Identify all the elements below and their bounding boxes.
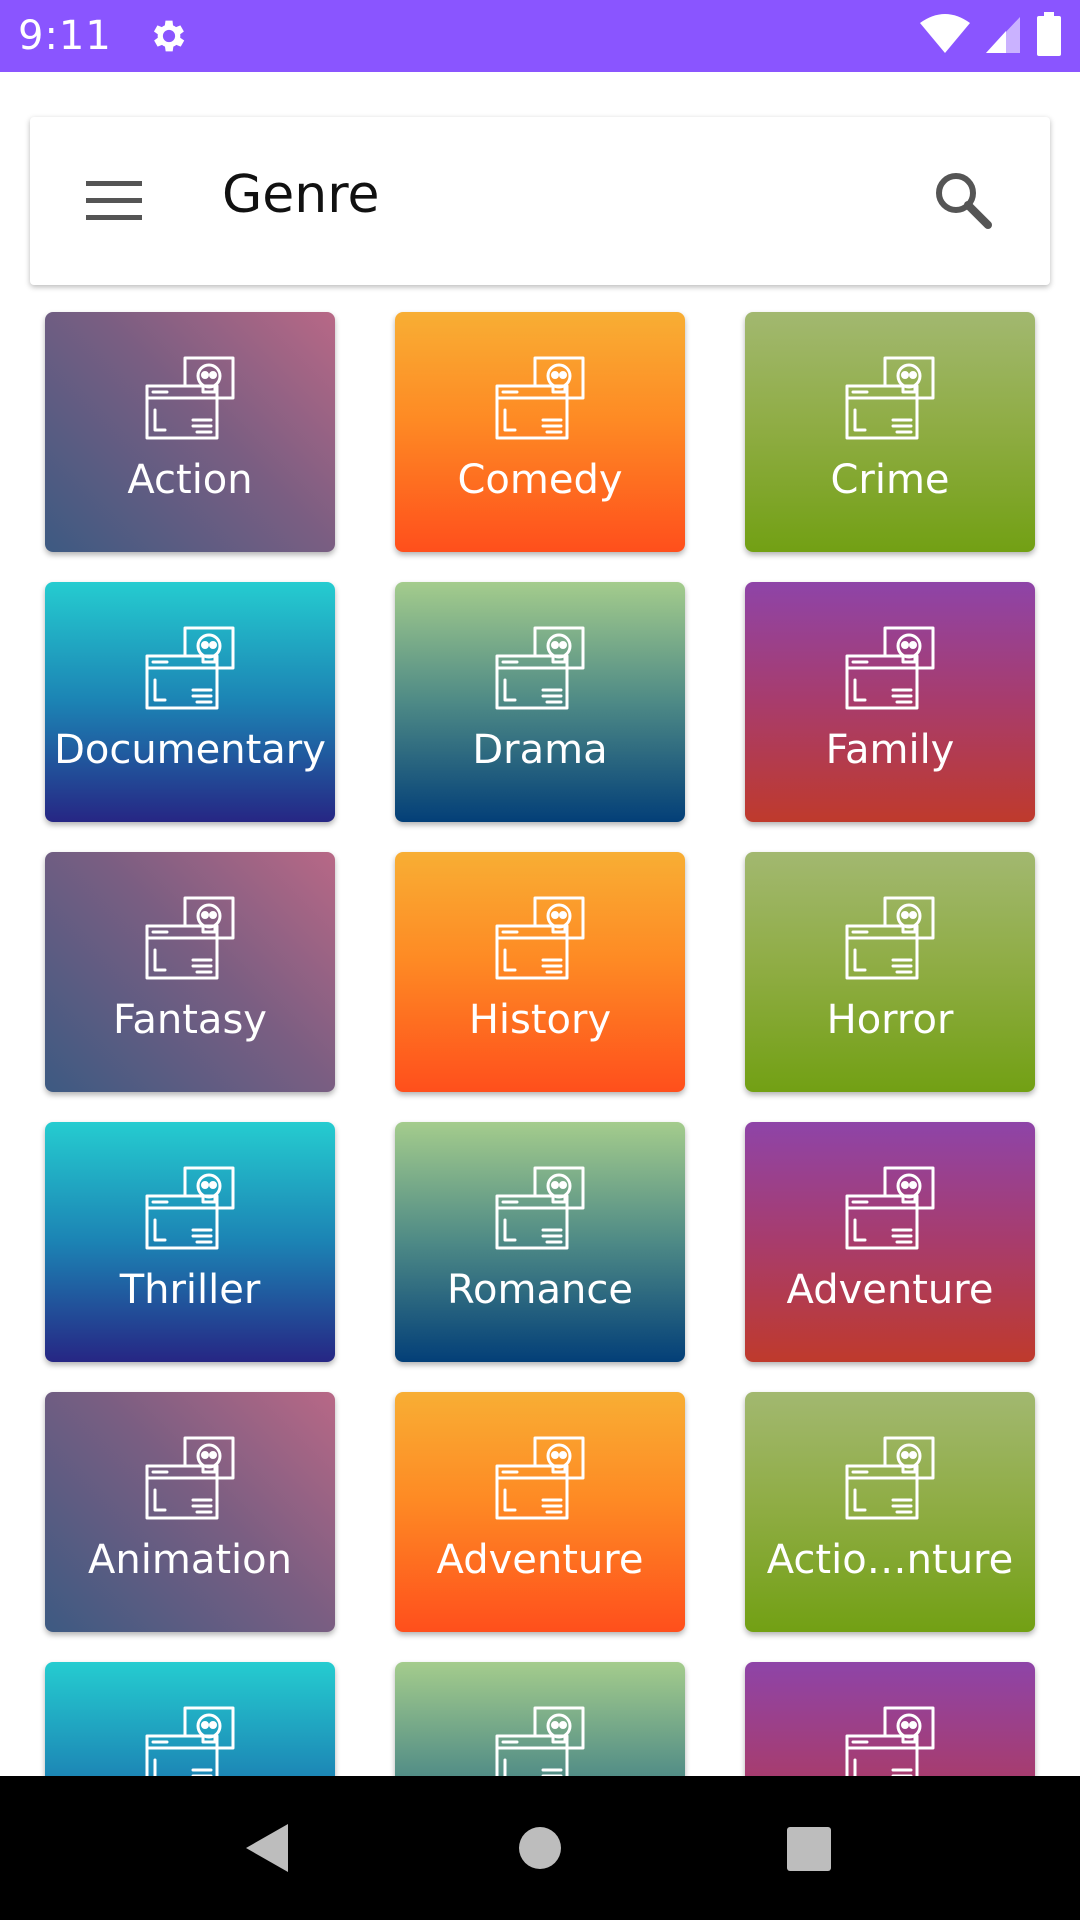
genre-tile[interactable]: Adventure (745, 1122, 1035, 1362)
genre-grid-viewport[interactable]: Action Comedy Crime Documentary Drama Family F… (0, 300, 1080, 1776)
genre-label: Actio…nture (766, 1537, 1014, 1583)
genre-folder-skull-icon (145, 1432, 235, 1522)
genre-tile[interactable] (745, 1662, 1035, 1776)
search-icon[interactable] (928, 165, 1000, 237)
genre-folder-skull-icon (845, 352, 935, 442)
genre-folder-skull-icon (145, 1702, 235, 1776)
genre-tile[interactable]: Drama (395, 582, 685, 822)
genre-folder-skull-icon (495, 622, 585, 712)
settings-gear-icon (153, 20, 185, 52)
genre-folder-skull-icon (845, 892, 935, 982)
genre-folder-skull-icon (495, 1162, 585, 1252)
genre-label: Comedy (457, 457, 623, 503)
page-title: Genre (222, 165, 380, 225)
genre-label: Thriller (119, 1267, 261, 1313)
genre-label: Fantasy (113, 997, 267, 1043)
genre-tile[interactable]: Fantasy (45, 852, 335, 1092)
genre-label: Animation (88, 1537, 292, 1583)
navigation-bar (0, 1776, 1080, 1920)
genre-label: Action (127, 457, 253, 503)
genre-tile[interactable]: Romance (395, 1122, 685, 1362)
back-icon[interactable] (244, 1822, 290, 1874)
menu-icon[interactable] (86, 177, 142, 225)
genre-folder-skull-icon (145, 352, 235, 442)
app-bar: Genre (30, 117, 1050, 285)
genre-tile[interactable] (45, 1662, 335, 1776)
genre-grid: Action Comedy Crime Documentary Drama Family F… (45, 312, 1035, 1776)
genre-label: Crime (830, 457, 950, 503)
genre-tile[interactable] (395, 1662, 685, 1776)
genre-tile[interactable]: Animation (45, 1392, 335, 1632)
genre-folder-skull-icon (145, 892, 235, 982)
genre-tile[interactable]: Adventure (395, 1392, 685, 1632)
genre-folder-skull-icon (495, 352, 585, 442)
genre-tile[interactable]: Comedy (395, 312, 685, 552)
recent-apps-icon[interactable] (786, 1826, 832, 1872)
genre-folder-skull-icon (845, 1432, 935, 1522)
genre-folder-skull-icon (145, 1162, 235, 1252)
genre-tile[interactable]: Thriller (45, 1122, 335, 1362)
genre-tile[interactable]: Action (45, 312, 335, 552)
status-indicators (920, 12, 1062, 56)
genre-tile[interactable]: Documentary (45, 582, 335, 822)
genre-label: Family (825, 727, 955, 773)
genre-label: History (468, 997, 612, 1043)
genre-folder-skull-icon (495, 1432, 585, 1522)
genre-folder-skull-icon (495, 892, 585, 982)
genre-folder-skull-icon (495, 1702, 585, 1776)
status-time: 9:11 (18, 13, 112, 59)
genre-label: Documentary (54, 727, 326, 773)
genre-tile[interactable]: Actio…nture (745, 1392, 1035, 1632)
genre-label: Adventure (436, 1537, 644, 1583)
genre-label: Horror (826, 997, 954, 1043)
genre-tile[interactable]: Horror (745, 852, 1035, 1092)
status-bar: 9:11 (0, 0, 1080, 72)
genre-label: Romance (447, 1267, 633, 1313)
battery-icon (1037, 12, 1061, 56)
genre-label: Adventure (786, 1267, 994, 1313)
home-icon[interactable] (518, 1826, 562, 1870)
genre-tile[interactable]: Crime (745, 312, 1035, 552)
genre-tile[interactable]: History (395, 852, 685, 1092)
genre-label: Drama (472, 727, 608, 773)
genre-tile[interactable]: Family (745, 582, 1035, 822)
genre-folder-skull-icon (845, 622, 935, 712)
genre-folder-skull-icon (145, 622, 235, 712)
genre-folder-skull-icon (845, 1162, 935, 1252)
wifi-icon (920, 14, 970, 53)
genre-folder-skull-icon (845, 1702, 935, 1776)
cellular-signal-icon (986, 17, 1020, 53)
